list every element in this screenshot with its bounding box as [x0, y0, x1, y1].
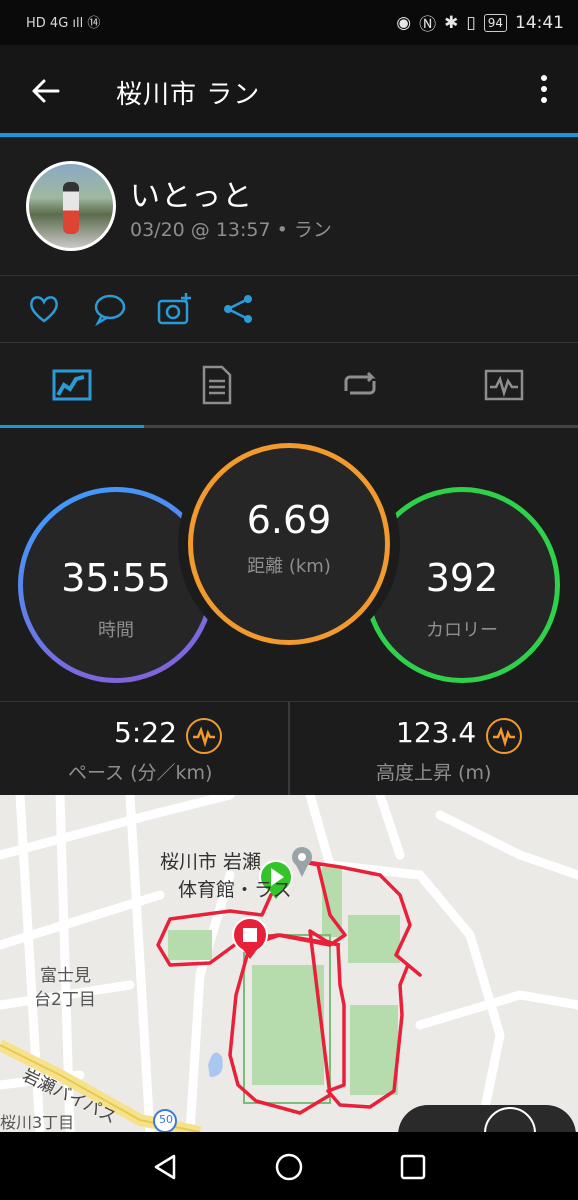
- distance-value: 6.69: [246, 498, 332, 542]
- elevation-label: 高度上昇 (m): [376, 762, 492, 784]
- nfc-icon: Ⓝ: [419, 15, 437, 35]
- battery-indicator: 94: [483, 13, 507, 32]
- page-title: 桜川市 ラン: [116, 80, 261, 110]
- time-value: 35:55: [61, 556, 171, 600]
- distance-stat[interactable]: 6.69 距離 (km): [188, 443, 390, 645]
- district-label: 桜川3丁目: [0, 1113, 75, 1132]
- clock: 14:41: [515, 12, 564, 33]
- action-row: [0, 276, 578, 343]
- heart-icon[interactable]: [26, 291, 62, 327]
- tab-indicator: [0, 425, 144, 428]
- nav-home-icon[interactable]: [274, 1152, 304, 1186]
- area-label-2: 台2丁目: [34, 990, 96, 1010]
- app-bar: 桜川市 ラン: [0, 45, 578, 135]
- activity-meta: 03/20 @ 13:57 • ラン: [130, 219, 332, 241]
- calories-value: 392: [425, 556, 499, 600]
- pace-label: ペース (分／km): [68, 762, 213, 784]
- pace-value: 5:22: [114, 716, 177, 749]
- status-right: ◉ Ⓝ ✱ ▯ 94 14:41: [396, 10, 564, 36]
- end-pin-icon[interactable]: [232, 917, 268, 959]
- area-label-1: 富士見: [40, 966, 91, 986]
- metrics-row: 5:22 ペース (分／km) 123.4 高度上昇 (m): [0, 701, 578, 795]
- eye-icon: ◉: [396, 12, 412, 33]
- network-icons: HD 4G ıll ⑭: [26, 16, 101, 31]
- system-nav-bar: [0, 1132, 578, 1200]
- stats-circles: 35:55 時間 392 カロリー 6.69 距離 (km): [0, 429, 578, 701]
- map-overlay-control[interactable]: [398, 1105, 576, 1132]
- place-label-1: 桜川市 岩瀬: [160, 851, 262, 873]
- elevation-chart-icon[interactable]: [486, 718, 522, 754]
- calories-label: カロリー: [426, 620, 498, 641]
- nav-recents-icon[interactable]: [398, 1152, 428, 1186]
- distance-label: 距離 (km): [247, 556, 331, 577]
- time-label: 時間: [98, 620, 134, 641]
- user-name[interactable]: いとっと: [130, 171, 253, 215]
- share-icon[interactable]: [220, 291, 256, 327]
- tab-bar: [0, 343, 578, 429]
- vibrate-icon: ▯: [466, 12, 476, 33]
- tab-summary[interactable]: [50, 363, 94, 407]
- status-bar: HD 4G ıll ⑭ ◉ Ⓝ ✱ ▯ 94 14:41: [0, 0, 578, 45]
- back-arrow-icon[interactable]: [30, 75, 62, 107]
- tab-details[interactable]: [194, 363, 238, 407]
- avatar[interactable]: [26, 161, 116, 251]
- compass-icon[interactable]: [484, 1107, 536, 1132]
- pace-metric[interactable]: 5:22 ペース (分／km): [0, 702, 288, 795]
- elevation-metric[interactable]: 123.4 高度上昇 (m): [290, 702, 578, 795]
- pace-chart-icon[interactable]: [186, 718, 222, 754]
- calories-stat[interactable]: 392 カロリー: [364, 487, 560, 683]
- place-label-2: 体育館・ラス: [178, 879, 292, 901]
- tab-indicator-track: [0, 425, 578, 428]
- road-number: 50: [159, 1113, 173, 1126]
- route-map[interactable]: 桜川市 岩瀬 体育館・ラス 富士見 台2丁目 岩瀬バイパス 50 桜川3丁目: [0, 795, 578, 1132]
- time-stat[interactable]: 35:55 時間: [18, 487, 214, 683]
- activity-header: いとっと 03/20 @ 13:57 • ラン: [0, 137, 578, 276]
- comment-icon[interactable]: [92, 291, 128, 327]
- tab-charts[interactable]: [482, 363, 526, 407]
- tab-laps[interactable]: [338, 363, 382, 407]
- elevation-value: 123.4: [396, 716, 477, 749]
- camera-add-icon[interactable]: [156, 291, 192, 327]
- more-options-icon[interactable]: [534, 75, 554, 107]
- bluetooth-icon: ✱: [444, 12, 459, 33]
- nav-back-icon[interactable]: [150, 1152, 180, 1186]
- location-pin-icon: [292, 847, 312, 877]
